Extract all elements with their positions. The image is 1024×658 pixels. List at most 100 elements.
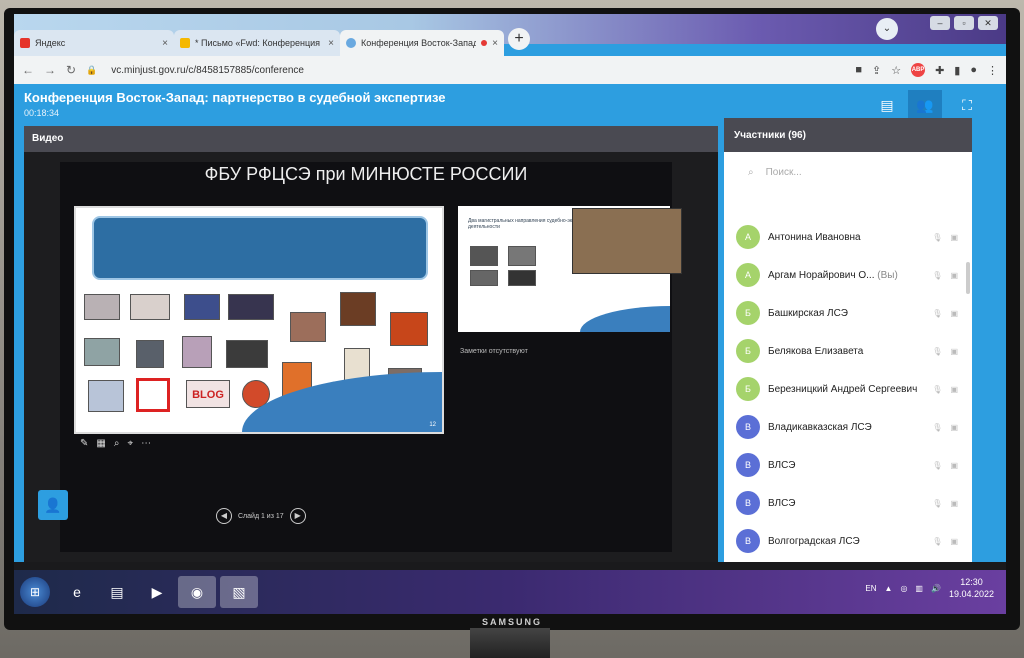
slide-image: [88, 380, 124, 412]
share-icon[interactable]: ⇪: [872, 64, 881, 77]
participant-status-icons: 🎙 ▣: [932, 233, 964, 242]
slide-tools: ✎ ▦ ⌕ ⌖ ⋯: [80, 438, 151, 449]
participant-name: Березницкий Андрей Сергеевич: [768, 383, 918, 395]
ie-icon[interactable]: e: [58, 576, 96, 608]
slide-image: [340, 292, 376, 326]
explorer-icon[interactable]: ▤: [98, 576, 136, 608]
slide-number: 12: [429, 422, 436, 428]
window-controls: – ▫ ✕: [930, 16, 998, 30]
camera-off-icon: ▣: [950, 498, 958, 508]
participant-row[interactable]: Б Башкирская ЛСЭ 🎙 ▣: [724, 294, 964, 332]
more-icon[interactable]: ⋯: [141, 438, 151, 449]
adblock-icon[interactable]: ABP: [911, 63, 926, 77]
zoom-icon[interactable]: ⌕: [114, 438, 120, 449]
slide-image: [470, 270, 498, 286]
pager-text: Слайд 1 из 17: [238, 512, 284, 520]
slide-image: [84, 294, 120, 320]
participant-status-icons: 🎙 ▣: [932, 499, 964, 508]
opera-icon[interactable]: ◎: [900, 584, 907, 593]
mic-off-icon: 🎙: [932, 536, 943, 546]
tab-mail[interactable]: * Письмо «Fwd: Конференция В ×: [174, 30, 340, 56]
slide-image: BLOG: [186, 380, 230, 408]
extensions-icon[interactable]: ✚: [935, 64, 944, 77]
participant-row[interactable]: Б Белякова Елизавета 🎙 ▣: [724, 332, 964, 370]
close-window-button[interactable]: ✕: [978, 16, 998, 30]
camera-feed: [572, 208, 682, 274]
close-tab-icon[interactable]: ×: [328, 38, 334, 49]
pointer-icon[interactable]: ⌖: [127, 438, 133, 449]
participant-row[interactable]: В Владикавказская ЛСЭ 🎙 ▣: [724, 408, 964, 446]
back-arrow-icon[interactable]: ←: [22, 63, 34, 77]
avatar: В: [736, 491, 760, 515]
slide-image: [390, 312, 428, 346]
tray-expand-icon[interactable]: ▲: [885, 584, 893, 593]
forward-arrow-icon[interactable]: →: [44, 63, 56, 77]
search-placeholder: Поиск...: [765, 166, 802, 178]
participant-list: А Антонина Ивановна 🎙 ▣ А Аргам Норайрович О…: [724, 218, 964, 560]
screen: Яндекс × * Письмо «Fwd: Конференция В × …: [14, 14, 1006, 614]
close-tab-icon[interactable]: ×: [162, 38, 168, 49]
start-button[interactable]: ⊞: [20, 577, 50, 607]
media-player-icon[interactable]: ▶: [138, 576, 176, 608]
participant-row[interactable]: В Волгоградская ЛСЭ 🎙 ▣: [724, 522, 964, 560]
add-user-button[interactable]: 👤: [38, 490, 68, 520]
tab-yandex[interactable]: Яндекс ×: [14, 30, 174, 56]
system-tray: EN ▲ ◎ ▥ 🔊 12:30 19.04.2022: [865, 576, 994, 600]
slide-image: [470, 246, 498, 266]
reload-icon[interactable]: ↻: [66, 63, 76, 77]
tab-search-chevron-icon[interactable]: ⌄: [876, 18, 898, 40]
maximize-button[interactable]: ▫: [954, 16, 974, 30]
slide-notes: Заметки отсутствуют: [460, 348, 528, 355]
participant-name: Антонина Ивановна: [768, 231, 861, 243]
participant-status-icons: 🎙 ▣: [932, 309, 964, 318]
tab-label: * Письмо «Fwd: Конференция В: [195, 38, 324, 48]
star-icon[interactable]: ☆: [891, 64, 901, 77]
tab-conference[interactable]: Конференция Восток-Запад ×: [340, 30, 504, 56]
app-icon[interactable]: ▧: [220, 576, 258, 608]
clock-time: 12:30: [960, 577, 983, 587]
pen-icon[interactable]: ✎: [80, 438, 88, 449]
search-icon: ⌕: [748, 166, 754, 178]
participants-icon[interactable]: 👥: [908, 90, 942, 120]
grid-icon[interactable]: ▦: [96, 438, 105, 449]
minimize-button[interactable]: –: [930, 16, 950, 30]
slide-pager: ◀ Слайд 1 из 17 ▶: [216, 508, 306, 524]
monitor-stand: [470, 628, 550, 658]
camera-off-icon: ▣: [950, 346, 958, 356]
avatar: В: [736, 415, 760, 439]
avatar: Б: [736, 301, 760, 325]
participant-row[interactable]: В ВЛСЭ 🎙 ▣: [724, 446, 964, 484]
slide-swoosh: [242, 372, 442, 432]
profile-icon[interactable]: ●: [970, 64, 977, 76]
main-slide: BLOG 12: [74, 206, 444, 434]
fullscreen-icon[interactable]: ⛶: [950, 90, 984, 120]
scrollbar[interactable]: [966, 262, 970, 294]
prev-slide-icon[interactable]: ◀: [216, 508, 232, 524]
language-indicator[interactable]: EN: [865, 584, 876, 593]
next-slide-icon[interactable]: ▶: [289, 508, 306, 524]
participant-row[interactable]: А Антонина Ивановна 🎙 ▣: [724, 218, 964, 256]
participant-row[interactable]: Б Березницкий Андрей Сергеевич 🎙 ▣: [724, 370, 964, 408]
menu-kebab-icon[interactable]: ⋮: [987, 64, 998, 77]
clock[interactable]: 12:30 19.04.2022: [949, 576, 994, 600]
address-bar[interactable]: vc.minjust.gov.ru/c/8458157885/conferenc…: [111, 65, 845, 76]
camera-icon[interactable]: ■: [855, 64, 862, 76]
participant-row[interactable]: В ВЛСЭ 🎙 ▣: [724, 484, 964, 522]
avatar: В: [736, 453, 760, 477]
slide-image: [136, 378, 170, 412]
slide-text-box: [92, 216, 428, 280]
lock-icon[interactable]: 🔒: [86, 65, 97, 76]
yandex-favicon-icon: [20, 38, 30, 48]
video-panel-label: Видео: [24, 126, 718, 152]
chat-icon[interactable]: ▤: [870, 90, 904, 120]
sidepanel-icon[interactable]: ▮: [954, 64, 960, 77]
new-tab-button[interactable]: +: [508, 28, 530, 50]
network-icon[interactable]: ▥: [915, 584, 923, 593]
participant-search[interactable]: ⌕ Поиск...: [724, 152, 972, 192]
mic-off-icon: 🎙: [932, 498, 943, 508]
close-tab-icon[interactable]: ×: [492, 38, 498, 49]
volume-icon[interactable]: 🔊: [931, 584, 941, 593]
camera-off-icon: ▣: [950, 232, 958, 242]
participant-row[interactable]: А Аргам Норайрович О... (Вы) 🎙 ▣: [724, 256, 964, 294]
chrome-icon[interactable]: ◉: [178, 576, 216, 608]
